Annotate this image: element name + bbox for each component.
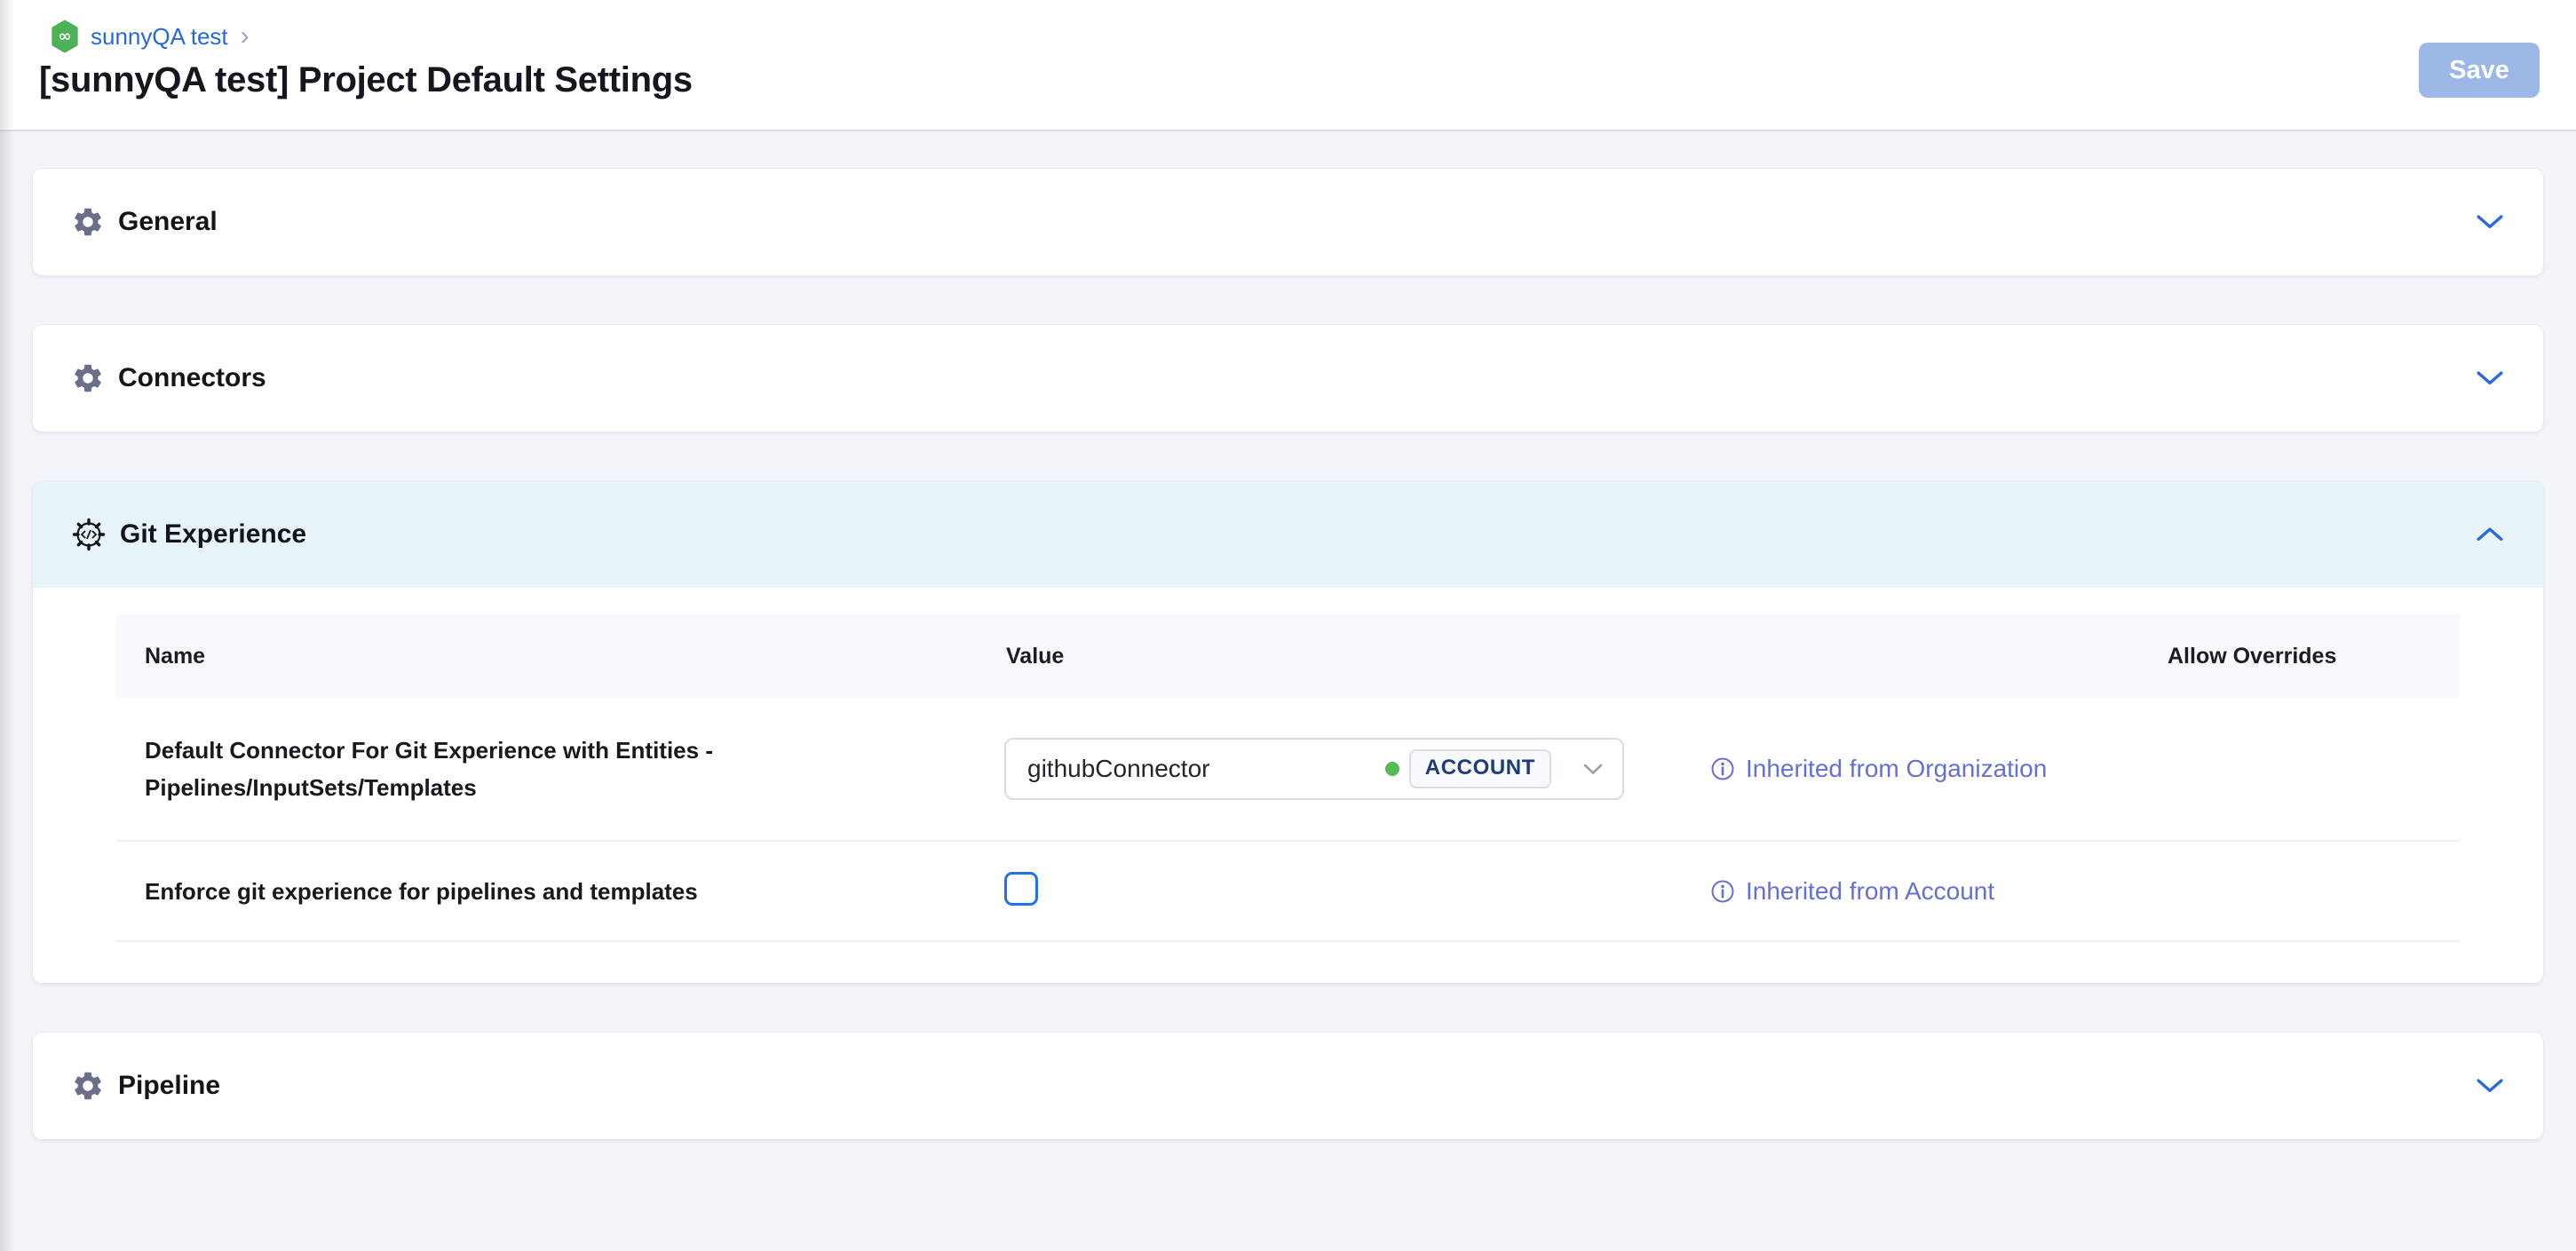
chevron-up-icon[interactable] [2477,527,2503,542]
setting-name: Default Connector For Git Experience wit… [116,732,836,806]
setting-name: Enforce git experience for pipelines and… [116,873,836,910]
save-button[interactable]: Save [2419,43,2540,98]
connector-scope-badge: ACCOUNT [1409,749,1551,788]
chevron-down-icon[interactable] [2477,214,2503,230]
section-label-connectors: Connectors [118,363,266,393]
section-card-pipeline: Pipeline [33,1033,2543,1139]
gear-icon [71,1069,105,1103]
info-icon [1709,878,1736,905]
section-label-git-experience: Git Experience [120,519,306,550]
accordion-header-pipeline[interactable]: Pipeline [33,1033,2543,1139]
accordion-header-git-experience[interactable]: Git Experience [33,481,2543,588]
settings-content: General Connectors [0,131,2576,1139]
inherited-cell: Inherited from Organization [1709,755,2168,783]
inherited-label: Inherited from Account [1746,877,1994,906]
section-card-connectors: Connectors [33,325,2543,432]
connector-status-dot [1385,762,1399,776]
section-card-git-experience: Git Experience Name Value Allow Override… [33,481,2543,983]
setting-value-cell [1004,872,1709,910]
section-label-pipeline: Pipeline [118,1071,220,1101]
section-label-general: General [118,207,218,237]
gear-icon [71,205,105,239]
settings-table-header: Name Value Allow Overrides [116,614,2460,698]
breadcrumb-separator-icon: › [241,25,250,48]
chevron-down-icon[interactable] [2477,370,2503,386]
select-chevron-down-icon[interactable] [1583,764,1603,775]
chevron-down-icon[interactable] [2477,1078,2503,1094]
column-header-value: Value [1004,644,1709,669]
connector-select-value: githubConnector [1027,755,1209,783]
accordion-header-general[interactable]: General [33,169,2543,275]
gear-code-icon [71,517,107,552]
column-header-allow-overrides: Allow Overrides [2168,644,2460,669]
breadcrumb: ∞ sunnyQA test › [50,0,2540,53]
section-card-general: General [33,169,2543,275]
inherited-label: Inherited from Organization [1746,755,2047,783]
table-row: Default Connector For Git Experience wit… [116,698,2460,842]
accordion-header-connectors[interactable]: Connectors [33,325,2543,432]
git-experience-settings: Name Value Allow Overrides Default Conne… [33,588,2543,983]
gear-icon [71,361,105,395]
breadcrumb-project-link[interactable]: sunnyQA test [91,23,228,51]
inherited-from-account-link[interactable]: Inherited from Account [1709,877,2168,906]
page-title: [sunnyQA test] Project Default Settings [39,60,2540,100]
table-row: Enforce git experience for pipelines and… [116,842,2460,942]
inherited-cell: Inherited from Account [1709,877,2168,906]
harness-project-icon: ∞ [50,20,80,53]
connector-select[interactable]: githubConnector ACCOUNT [1004,738,1624,800]
info-icon [1709,756,1736,782]
page-header: ∞ sunnyQA test › [sunnyQA test] Project … [0,0,2576,131]
svg-text:∞: ∞ [59,28,72,46]
enforce-git-checkbox[interactable] [1004,872,1038,906]
inherited-from-organization-link[interactable]: Inherited from Organization [1709,755,2168,783]
column-header-name: Name [116,644,1004,669]
setting-value-cell: githubConnector ACCOUNT [1004,738,1709,800]
